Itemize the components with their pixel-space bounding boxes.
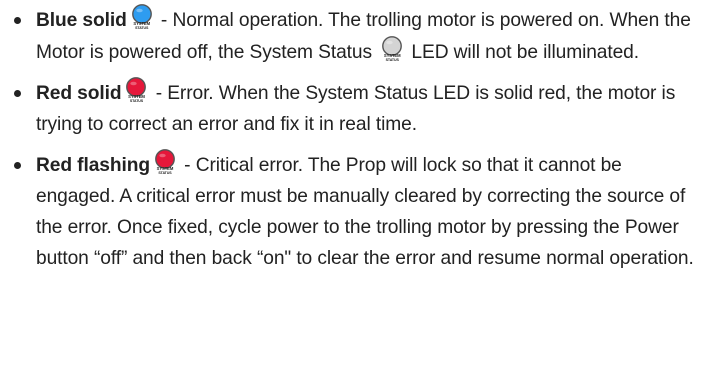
led-status-document: Blue solid SYSTEM STATUS - Normal operat… [0,0,706,370]
list-item-blue-solid: Blue solid SYSTEM STATUS - Normal operat… [14,4,698,68]
led-label-line2: STATUS [129,98,144,103]
led-red-flashing-icon: SYSTEM STATUS [153,149,177,177]
list-item-red-solid: Red solid SYSTEM STATUS - Error. When th… [14,77,698,140]
bullet-icon [14,17,21,24]
led-label-line2: STATUS [158,170,172,175]
status-term: Blue solid [36,10,127,31]
led-status-list: Blue solid SYSTEM STATUS - Normal operat… [14,4,698,274]
led-label-line2: STATUS [135,25,149,30]
status-description-continued: LED will not be illuminated. [406,42,639,63]
bullet-icon [14,162,21,169]
led-red-icon: SYSTEM STATUS [124,77,148,105]
led-blue-icon: SYSTEM STATUS [130,4,154,32]
bullet-icon [14,90,21,97]
led-label-line2: STATUS [385,57,399,62]
led-off-icon: SYSTEM STATUS [380,36,404,64]
status-term: Red flashing [36,155,150,176]
list-item-red-flashing: Red flashing SYSTEM STATUS - Critical er… [14,149,698,274]
status-term: Red solid [36,83,122,104]
